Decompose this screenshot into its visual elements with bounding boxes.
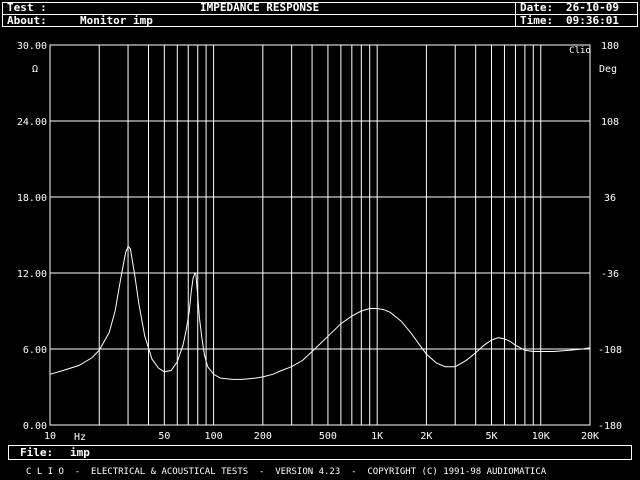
clio-brand-label: Clio bbox=[569, 46, 591, 56]
y-tick-label: 30.00 bbox=[17, 41, 47, 52]
y-tick-label: 6.00 bbox=[23, 345, 47, 356]
y-tick-label: 12.00 bbox=[17, 269, 47, 280]
x-tick-label: 1K bbox=[371, 431, 383, 442]
file-label: File: bbox=[20, 446, 54, 459]
y2-tick-label: 36 bbox=[604, 193, 616, 204]
footer-banner: C L I O - ELECTRICAL & ACOUSTICAL TESTS … bbox=[26, 467, 547, 477]
file-value: imp bbox=[70, 446, 90, 459]
x-tick-label: 10K bbox=[532, 431, 550, 442]
x-axis-unit: Hz bbox=[74, 432, 86, 443]
x-tick-label: 10 bbox=[44, 431, 56, 442]
y2-tick-label: -108 bbox=[598, 345, 622, 356]
y2-tick-label: -36 bbox=[601, 269, 619, 280]
plot-frame bbox=[49, 44, 591, 426]
y-axis-unit: Ω bbox=[32, 64, 38, 75]
y-tick-label: 24.00 bbox=[17, 117, 47, 128]
y-tick-label: 18.00 bbox=[17, 193, 47, 204]
x-tick-label: 5K bbox=[485, 431, 497, 442]
y2-tick-label: 108 bbox=[601, 117, 619, 128]
chart-grid bbox=[50, 45, 590, 425]
x-tick-label: 20K bbox=[581, 431, 599, 442]
y2-axis-unit: Deg bbox=[599, 64, 617, 75]
impedance-curve bbox=[49, 245, 591, 380]
x-tick-label: 2K bbox=[420, 431, 432, 442]
y2-tick-label: 180 bbox=[601, 41, 619, 52]
x-tick-label: 200 bbox=[254, 431, 272, 442]
axis-labels: 0.006.0012.0018.0024.0030.00-180-108-363… bbox=[17, 41, 622, 442]
x-tick-label: 100 bbox=[205, 431, 223, 442]
x-tick-label: 50 bbox=[158, 431, 170, 442]
impedance-chart: 0.006.0012.0018.0024.0030.00-180-108-363… bbox=[17, 41, 622, 443]
x-tick-label: 500 bbox=[319, 431, 337, 442]
y2-tick-label: -180 bbox=[598, 421, 622, 432]
file-box bbox=[8, 445, 632, 460]
